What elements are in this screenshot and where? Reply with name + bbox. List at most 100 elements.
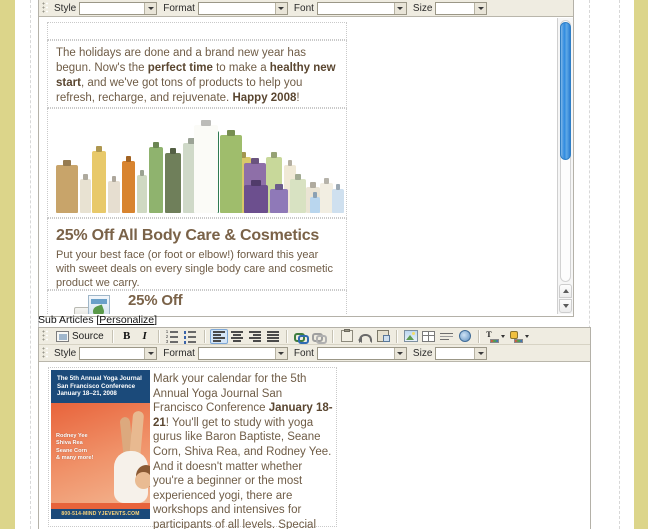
intro-bold-1: perfect time bbox=[147, 62, 213, 74]
product-lineup-image[interactable] bbox=[47, 108, 347, 218]
main-editor-canvas[interactable]: The holidays are done and a brand new ye… bbox=[39, 18, 555, 314]
page-gutter-left bbox=[0, 0, 15, 529]
style-label: Style bbox=[54, 347, 77, 359]
yoga-figure-icon bbox=[100, 410, 150, 503]
align-center-button[interactable] bbox=[228, 329, 246, 344]
source-button[interactable]: Source bbox=[52, 329, 108, 344]
horizontal-rule-button[interactable] bbox=[438, 329, 456, 344]
align-left-button[interactable] bbox=[209, 328, 228, 344]
personalize-link[interactable]: Personalize bbox=[99, 314, 154, 326]
size-select[interactable] bbox=[435, 346, 488, 360]
sub-offer-block[interactable]: 25% Off Rainbow Light, New Chapter & Pha… bbox=[47, 290, 347, 314]
sub-editor-format-row: Style Format Font Size bbox=[39, 345, 590, 362]
paste-word-icon bbox=[376, 330, 390, 342]
align-justify-button[interactable] bbox=[264, 329, 282, 344]
align-justify-icon bbox=[266, 329, 280, 343]
offer-headline: 25% Off All Body Care & Cosmetics bbox=[56, 227, 320, 244]
align-right-icon bbox=[248, 329, 262, 343]
align-center-icon bbox=[230, 329, 244, 343]
format-select[interactable] bbox=[197, 1, 288, 15]
sub-articles-text-end: ] bbox=[154, 314, 158, 326]
screenshot-root: Style Format Font Size The holidays are … bbox=[0, 0, 656, 529]
toolbar-grip-icon[interactable] bbox=[42, 1, 49, 15]
yoga-conference-poster[interactable]: The 5th Annual Yoga Journal San Francisc… bbox=[51, 370, 150, 526]
format-label: Format bbox=[163, 347, 195, 359]
insert-table-button[interactable] bbox=[420, 329, 438, 344]
font-select[interactable] bbox=[316, 346, 407, 360]
poster-title: The 5th Annual Yoga Journal San Francisc… bbox=[51, 370, 150, 403]
sub-offer-body: Rainbow Light, New Chapter & Pharmacy bbox=[128, 311, 343, 314]
chevron-down-icon[interactable] bbox=[474, 347, 487, 359]
scrollbar-thumb[interactable] bbox=[560, 22, 571, 160]
poster-title-line-2: San Francisco Conference bbox=[57, 382, 136, 390]
content-spacer-cell bbox=[47, 22, 347, 40]
size-select-value bbox=[436, 348, 474, 359]
layout-rule-far-right bbox=[619, 0, 620, 529]
font-label: Font bbox=[293, 347, 314, 359]
sub-articles-label: Sub Articles [Personalize] bbox=[38, 314, 157, 326]
image-icon bbox=[403, 330, 418, 342]
offer-body: Put your best face (or foot or elbow!) f… bbox=[56, 249, 333, 289]
format-select[interactable] bbox=[197, 346, 288, 360]
background-color-button[interactable] bbox=[508, 329, 532, 344]
horizontal-rule-icon bbox=[440, 331, 454, 342]
main-editor-scrollbar[interactable] bbox=[557, 18, 573, 314]
sub-article-paragraph[interactable]: Mark your calendar for the 5th Annual Yo… bbox=[153, 372, 333, 529]
chevron-down-icon[interactable] bbox=[393, 2, 406, 14]
insert-link-button[interactable] bbox=[292, 329, 310, 344]
bulleted-list-button[interactable] bbox=[182, 329, 200, 344]
poster-photo: Rodney Yee Shiva Rea Seane Corn & many m… bbox=[51, 402, 150, 503]
paste-button[interactable] bbox=[338, 329, 356, 344]
main-article-editor: Style Format Font Size The holidays are … bbox=[38, 0, 574, 317]
font-select[interactable] bbox=[316, 1, 407, 15]
size-select-value bbox=[436, 3, 474, 14]
text-color-icon: T bbox=[486, 330, 500, 343]
numbered-list-button[interactable]: 1 2 3 bbox=[164, 329, 182, 344]
intro-bold-3: Happy 2008 bbox=[232, 92, 297, 104]
insert-special-button[interactable] bbox=[456, 329, 474, 344]
bulleted-list-icon bbox=[183, 329, 198, 344]
sub-article-cell[interactable]: The 5th Annual Yoga Journal San Francisc… bbox=[48, 367, 337, 529]
paste-icon bbox=[340, 329, 353, 342]
chevron-down-icon[interactable] bbox=[393, 347, 406, 359]
intro-run-2: to make a bbox=[212, 62, 270, 74]
chevron-down-icon[interactable] bbox=[144, 2, 157, 14]
chevron-down-icon[interactable] bbox=[144, 347, 157, 359]
source-button-label: Source bbox=[72, 330, 104, 342]
sub-editor-button-row: Source B I 1 2 3 T bbox=[39, 328, 590, 345]
unlink-button[interactable] bbox=[310, 329, 328, 344]
sub-paragraph-run-2: ! You'll get to study with yoga gurus li… bbox=[153, 416, 332, 529]
text-color-button[interactable]: T bbox=[484, 329, 508, 344]
product-lineup-photo bbox=[48, 109, 346, 217]
undo-button[interactable] bbox=[356, 329, 374, 344]
paste-from-word-button[interactable] bbox=[374, 329, 392, 344]
offer-block[interactable]: 25% Off All Body Care & Cosmetics Put yo… bbox=[47, 218, 347, 290]
font-label: Font bbox=[293, 2, 314, 14]
style-select[interactable] bbox=[79, 346, 158, 360]
article-content-column: The holidays are done and a brand new ye… bbox=[47, 22, 347, 314]
toolbar-grip-icon[interactable] bbox=[42, 346, 49, 360]
toolbar-grip-icon[interactable] bbox=[42, 329, 49, 343]
scroll-down-button[interactable] bbox=[559, 299, 572, 313]
align-right-button[interactable] bbox=[246, 329, 264, 344]
sub-editor-canvas[interactable]: The 5th Annual Yoga Journal San Francisc… bbox=[39, 364, 588, 529]
globe-icon bbox=[458, 330, 471, 342]
insert-image-button[interactable] bbox=[402, 329, 420, 344]
font-select-value bbox=[318, 3, 394, 14]
scroll-up-button[interactable] bbox=[559, 284, 572, 298]
bold-button[interactable]: B bbox=[118, 329, 136, 344]
chevron-down-icon[interactable] bbox=[274, 347, 287, 359]
page-edge-right bbox=[648, 0, 656, 529]
chevron-down-icon[interactable] bbox=[474, 2, 487, 14]
poster-presenter-names: Rodney Yee Shiva Rea Seane Corn & many m… bbox=[56, 432, 94, 461]
background-color-icon bbox=[510, 330, 524, 343]
poster-title-line-3: January 18–21, 2008 bbox=[57, 390, 117, 398]
sub-offer-headline: 25% Off bbox=[128, 292, 183, 309]
size-select[interactable] bbox=[435, 1, 488, 15]
style-select[interactable] bbox=[79, 1, 158, 15]
intro-paragraph-cell[interactable]: The holidays are done and a brand new ye… bbox=[47, 40, 347, 108]
poster-title-line-1: The 5th Annual Yoga Journal bbox=[57, 375, 142, 382]
table-icon bbox=[422, 330, 436, 342]
chevron-down-icon[interactable] bbox=[274, 2, 287, 14]
italic-button[interactable]: I bbox=[136, 329, 154, 344]
